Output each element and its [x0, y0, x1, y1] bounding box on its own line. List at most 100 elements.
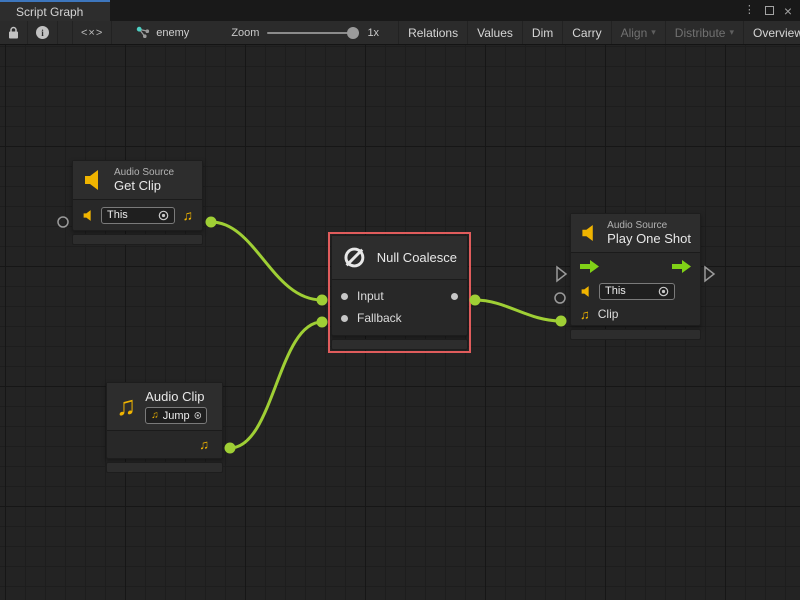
values-button[interactable]: Values — [468, 21, 523, 44]
code-icon: <×> — [81, 27, 103, 39]
chevron-down-icon: ▾ — [651, 27, 656, 38]
result-port-dot[interactable] — [451, 293, 458, 300]
object-picker-icon[interactable] — [158, 210, 169, 221]
null-coalesce-icon — [342, 244, 367, 271]
edge-audioclip-to-fallback[interactable] — [230, 322, 322, 448]
port-getclip-target[interactable] — [58, 217, 68, 227]
target-object-field[interactable]: This — [599, 283, 675, 300]
audio-source-icon — [82, 168, 106, 192]
target-object-value: This — [107, 209, 154, 221]
toolbar-spacer — [112, 21, 126, 44]
relations-button[interactable]: Relations — [399, 21, 468, 44]
object-picker-icon[interactable] — [194, 410, 202, 421]
zoom-slider[interactable] — [267, 27, 359, 39]
lock-icon — [8, 26, 19, 39]
align-dropdown[interactable]: Align ▾ — [612, 21, 666, 44]
zoom-control: Zoom 1x — [199, 21, 385, 44]
node-footer — [72, 234, 203, 245]
object-picker-icon[interactable] — [658, 286, 669, 297]
info-button[interactable]: i — [28, 21, 58, 44]
lock-button[interactable] — [0, 21, 28, 44]
kebab-menu-icon[interactable]: ⋮ — [744, 5, 755, 16]
tab-title: Script Graph — [16, 5, 83, 19]
node-title: Get Clip — [114, 178, 174, 193]
maximize-icon[interactable] — [765, 6, 774, 15]
audio-source-icon — [580, 221, 599, 245]
node-get-clip[interactable]: Audio Source Get Clip This — [72, 160, 203, 245]
audio-clip-field[interactable]: ♫ Jump — [145, 407, 207, 424]
code-view-button[interactable]: <×> — [72, 21, 112, 44]
info-icon: i — [36, 26, 49, 39]
align-label: Align — [621, 26, 648, 40]
port-null-fallback[interactable] — [317, 317, 328, 328]
carry-button[interactable]: Carry — [563, 21, 611, 44]
graph-toolbar: i <×> enemy Zoom 1x Relations — [0, 21, 800, 45]
node-category: Audio Source — [607, 220, 691, 231]
target-object-value: This — [605, 285, 654, 297]
port-playoneshot-flow-out[interactable] — [705, 267, 714, 281]
audio-clip-output-icon: ♫ — [183, 208, 194, 222]
input-port-dot[interactable] — [341, 293, 348, 300]
input-port-label: Input — [357, 289, 384, 303]
graph-name: enemy — [156, 27, 189, 39]
note-icon: ♫ — [151, 411, 159, 421]
node-play-one-shot[interactable]: Audio Source Play One Shot — [570, 213, 701, 340]
audio-source-icon — [82, 209, 95, 222]
edge-result-to-clip[interactable] — [475, 300, 561, 321]
node-header: ♫ Audio Clip ♫ Jump — [107, 383, 222, 430]
node-footer — [106, 462, 223, 473]
overview-button[interactable]: Overview — [744, 21, 800, 44]
zoom-label: Zoom — [231, 27, 259, 39]
fallback-port-dot[interactable] — [341, 315, 348, 322]
port-playoneshot-target[interactable] — [555, 293, 565, 303]
node-header: Null Coalesce — [332, 236, 467, 279]
target-object-field[interactable]: This — [101, 207, 175, 224]
fallback-port-label: Fallback — [357, 311, 402, 325]
node-footer — [331, 339, 468, 350]
dim-label: Dim — [532, 26, 553, 40]
flow-out-arrow-icon[interactable] — [672, 260, 691, 273]
node-title: Audio Clip — [145, 389, 207, 404]
clip-port-label: Clip — [598, 307, 619, 321]
unity-visual-scripting-window: Script Graph ⋮ × i <×> — [0, 0, 800, 600]
port-audioclip-output[interactable] — [225, 443, 236, 454]
window-controls: ⋮ × — [744, 0, 800, 21]
flow-in-arrow-icon[interactable] — [580, 260, 599, 273]
zoom-value: 1x — [367, 27, 379, 39]
close-icon[interactable]: × — [784, 4, 792, 18]
graph-reference[interactable]: enemy — [126, 21, 199, 44]
audio-clip-output-icon: ♫ — [199, 438, 209, 451]
port-playoneshot-clip[interactable] — [556, 316, 567, 327]
values-label: Values — [477, 26, 513, 40]
port-playoneshot-flow-in[interactable] — [557, 267, 566, 281]
carry-label: Carry — [572, 26, 601, 40]
node-audio-clip[interactable]: ♫ Audio Clip ♫ Jump — [106, 382, 223, 473]
distribute-dropdown[interactable]: Distribute ▾ — [666, 21, 744, 44]
audio-clip-value: Jump — [163, 410, 190, 422]
node-footer — [570, 329, 701, 340]
edge-getclip-to-input[interactable] — [211, 222, 322, 300]
node-title: Play One Shot — [607, 231, 691, 246]
toolbar-spacer — [385, 21, 399, 44]
node-header: Audio Source Get Clip — [73, 161, 202, 199]
node-header: Audio Source Play One Shot — [571, 214, 700, 252]
graph-icon — [136, 26, 150, 39]
node-title: Null Coalesce — [377, 250, 457, 265]
graph-canvas[interactable]: Audio Source Get Clip This — [0, 45, 800, 600]
port-getclip-output[interactable] — [206, 217, 217, 228]
port-null-input[interactable] — [317, 295, 328, 306]
overview-label: Overview — [753, 26, 800, 40]
audio-clip-icon: ♫ — [116, 393, 136, 420]
chevron-down-icon: ▾ — [729, 27, 734, 38]
toolbar-spacer — [58, 21, 72, 44]
dim-button[interactable]: Dim — [523, 21, 563, 44]
zoom-slider-track — [267, 32, 359, 34]
node-null-coalesce[interactable]: Null Coalesce Input Fallback — [331, 235, 468, 350]
relations-label: Relations — [408, 26, 458, 40]
node-category: Audio Source — [114, 167, 174, 178]
clip-input-icon: ♫ — [580, 308, 590, 321]
tab-script-graph[interactable]: Script Graph — [0, 0, 110, 21]
port-null-result[interactable] — [470, 295, 481, 306]
zoom-slider-handle[interactable] — [347, 27, 359, 39]
audio-source-icon — [580, 285, 593, 298]
